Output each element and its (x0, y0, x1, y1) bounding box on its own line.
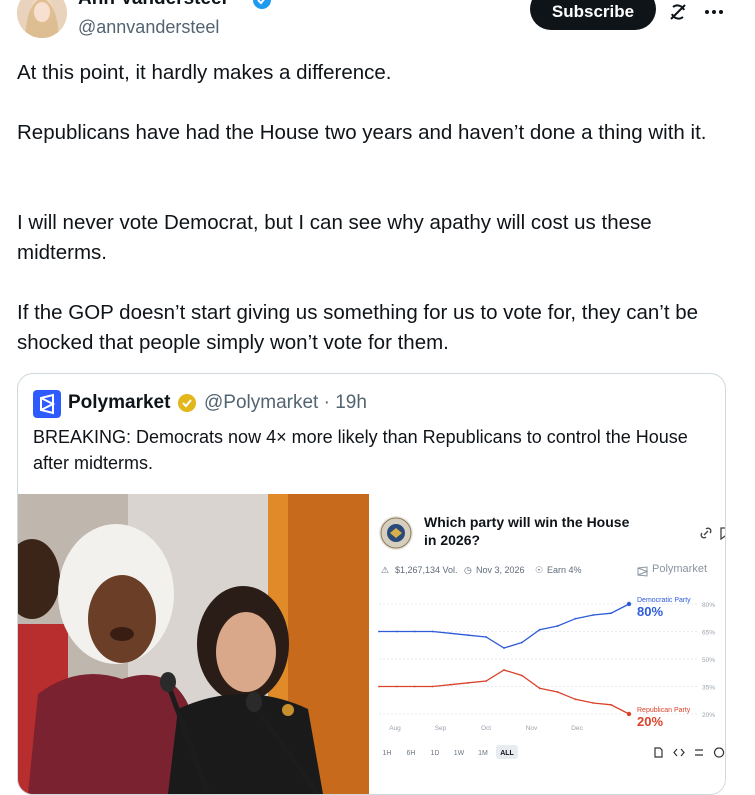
data-point (431, 630, 434, 633)
range-button-6h[interactable]: 6H (407, 750, 416, 757)
quoted-text: BREAKING: Democrats now 4× more likely t… (33, 427, 688, 473)
data-point (485, 636, 488, 638)
y-tick-label: 35% (702, 685, 715, 692)
data-point (395, 685, 398, 688)
data-point (538, 628, 541, 631)
data-point (574, 698, 577, 701)
series-name-label: Democratic Party (637, 597, 691, 604)
data-point (520, 641, 523, 644)
data-point (556, 625, 559, 627)
polymarket-logo-icon (33, 390, 61, 418)
quoted-handle-time[interactable]: @Polymarket · 19h (204, 392, 367, 414)
range-button-1d[interactable]: 1D (431, 750, 440, 757)
settings-sliders-icon[interactable] (695, 749, 703, 756)
volume-icon: ⚠ (381, 565, 390, 575)
post-paragraph: At this point, it hardly makes a differe… (17, 61, 392, 84)
range-button-all[interactable]: ALL (500, 750, 514, 757)
more-icon[interactable] (702, 0, 726, 24)
grok-icon[interactable] (666, 0, 690, 24)
range-button-1m[interactable]: 1M (478, 750, 488, 757)
avatar[interactable] (17, 0, 67, 38)
data-point (503, 647, 505, 649)
market-date: Nov 3, 2026 (476, 565, 525, 575)
gold-verified-badge-icon (177, 393, 197, 413)
post-paragraph: I will never vote Democrat, but I can se… (17, 211, 652, 264)
verified-badge-icon (252, 0, 272, 10)
probability-chart[interactable]: 80% 65% 50% 35% 20% Aug Sep Oct Nov Dec Democrat… (369, 586, 725, 795)
market-title-line1: Which party will win the House (424, 514, 630, 530)
data-point (413, 685, 416, 688)
series-name-label: Republican Party (637, 707, 691, 714)
series-line (379, 603, 630, 649)
gear-icon[interactable] (713, 747, 725, 758)
doc-icon[interactable] (654, 747, 663, 758)
y-tick-label: 65% (702, 630, 715, 637)
series-end-dot (626, 711, 632, 717)
data-point (574, 617, 577, 620)
earn-icon: ☉ (535, 565, 544, 575)
avatar-image (17, 0, 67, 38)
y-tick-label: 20% (702, 712, 715, 719)
series-line (379, 669, 630, 715)
data-point (520, 674, 523, 677)
display-name[interactable]: Ann Vandersteel (78, 0, 227, 10)
data-point (449, 632, 452, 635)
quoted-post[interactable]: Polymarket @Polymarket · 19h BREAKING: D… (17, 373, 726, 795)
news-photo-image (18, 494, 369, 794)
x-tick-label: Nov (526, 725, 538, 732)
data-point (556, 691, 559, 693)
data-point (610, 612, 613, 615)
market-card[interactable]: Which party will win the House in 2026? … (369, 494, 725, 794)
data-point (610, 703, 613, 706)
link-icon[interactable] (699, 526, 713, 540)
data-point (592, 702, 595, 704)
subscribe-button[interactable]: Subscribe (530, 0, 656, 30)
post-paragraph: Republicans have had the House two years… (17, 121, 707, 144)
data-point (431, 685, 434, 688)
data-point (378, 685, 380, 688)
market-earn: Earn 4% (547, 565, 582, 575)
polymarket-mark-icon (637, 564, 649, 577)
news-photo[interactable] (18, 494, 369, 794)
data-point (467, 634, 470, 637)
data-point (503, 669, 505, 671)
data-point (485, 680, 488, 682)
data-point (467, 681, 470, 684)
x-tick-label: Dec (571, 725, 583, 732)
x-tick-label: Oct (481, 725, 491, 732)
data-point (413, 630, 416, 633)
range-button-1w[interactable]: 1W (454, 750, 465, 757)
market-title-line2: in 2026? (424, 532, 481, 548)
data-point (449, 683, 452, 686)
series-value-label: 80% (637, 604, 663, 619)
y-tick-label: 50% (702, 657, 715, 664)
bookmark-icon[interactable] (720, 527, 725, 541)
x-tick-label: Aug (389, 725, 401, 732)
series-end-dot (626, 601, 632, 607)
market-volume: $1,267,134 Vol. (395, 565, 458, 575)
clock-icon: ◷ (464, 565, 472, 575)
data-point (538, 687, 541, 690)
data-point (592, 614, 595, 616)
post-paragraph: If the GOP doesn’t start giving us somet… (17, 301, 699, 354)
quoted-display-name[interactable]: Polymarket (68, 392, 170, 414)
series-value-label: 20% (637, 714, 663, 729)
house-seal-icon (379, 516, 413, 550)
code-icon[interactable] (673, 748, 685, 757)
data-point (378, 630, 380, 633)
y-tick-label: 80% (702, 602, 715, 609)
data-point (395, 630, 398, 633)
handle[interactable]: @annvandersteel (78, 17, 219, 38)
market-brand: Polymarket (652, 563, 708, 575)
range-button-1h[interactable]: 1H (383, 750, 392, 757)
x-tick-label: Sep (435, 725, 447, 732)
